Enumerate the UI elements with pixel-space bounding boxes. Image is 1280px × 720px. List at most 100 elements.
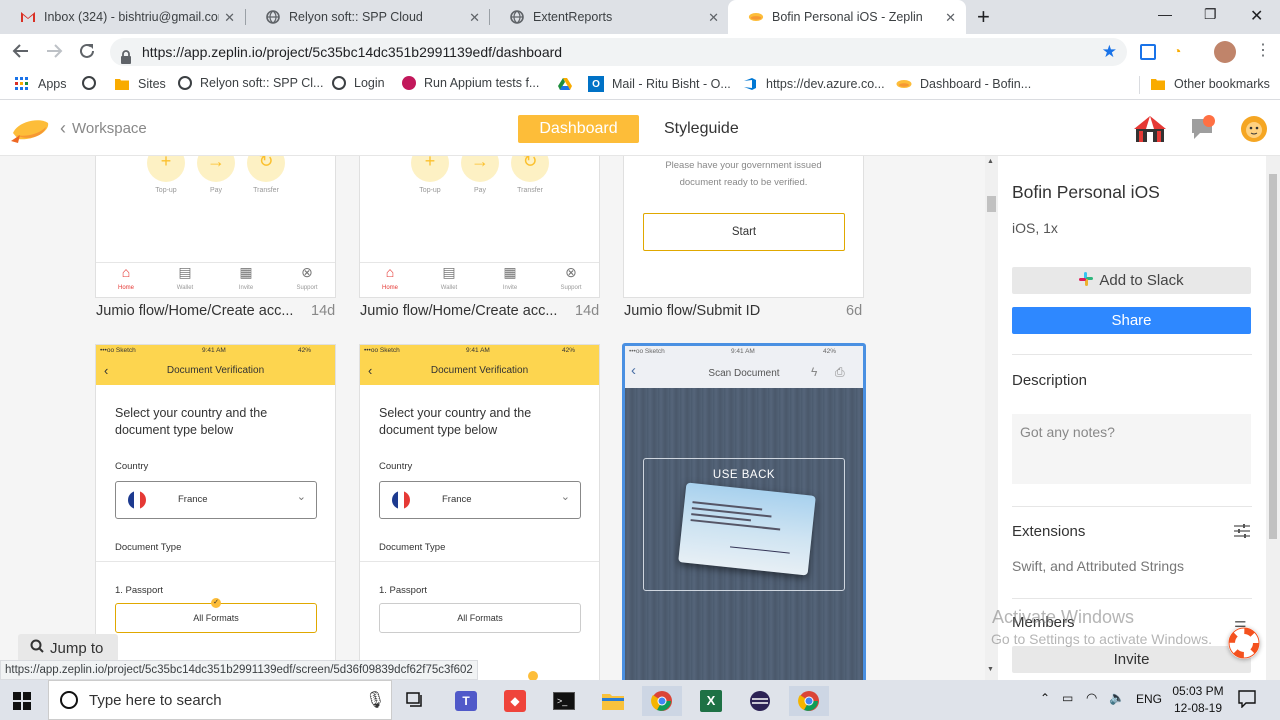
divider <box>1012 598 1252 599</box>
bookmark-globe[interactable] <box>82 76 104 90</box>
avatar[interactable] <box>1214 41 1236 63</box>
bookmark-sites[interactable]: Sites <box>114 76 166 92</box>
bookmark-apps[interactable]: Apps <box>14 76 67 92</box>
browser-tab-gmail[interactable]: Inbox (324) - bishtriu@gmail.com ✕ <box>0 0 245 34</box>
reload-icon[interactable] <box>78 42 96 65</box>
circus-tent-icon[interactable] <box>1133 115 1167 148</box>
docv-heading: Select your country and the document typ… <box>115 406 268 437</box>
screen-thumbnail-submit-id[interactable]: Please have your government issued docum… <box>623 156 864 298</box>
back-icon[interactable] <box>12 42 30 65</box>
browser-tab-extentreports[interactable]: ExtentReports ✕ <box>489 0 729 34</box>
settings-sliders-icon[interactable] <box>1234 523 1250 544</box>
tabbar-divider <box>360 262 599 263</box>
minimize-icon[interactable]: — <box>1158 6 1172 22</box>
wifi-icon[interactable]: ◠ <box>1086 690 1097 706</box>
microphone-icon[interactable]: 🎙 <box>365 690 385 710</box>
volume-icon[interactable]: 🔈 <box>1109 690 1125 706</box>
bookmark-appium[interactable]: Run Appium tests f... <box>402 76 539 90</box>
invite-button[interactable]: Invite <box>1012 646 1251 673</box>
battery-icon[interactable]: ▭ <box>1062 691 1073 705</box>
tab-label: Home <box>117 285 134 291</box>
terminal-icon[interactable]: >_ <box>544 686 584 716</box>
screen-caption[interactable]: Jumio flow/Submit ID <box>624 303 760 319</box>
screen-thumbnail-scan-selected[interactable]: •••oo Sketch 9:41 AM 42% ‹ Scan Document… <box>622 343 866 680</box>
add-to-slack-button[interactable]: Add to Slack <box>1012 267 1251 294</box>
tab-dashboard[interactable]: Dashboard <box>518 115 639 143</box>
bookmark-login[interactable]: Login <box>332 76 385 90</box>
restore-icon[interactable]: ❐ <box>1204 6 1217 23</box>
lock-icon <box>120 45 132 73</box>
help-lifebuoy-icon[interactable] <box>1228 627 1260 659</box>
browser-tab-relyon[interactable]: Relyon soft:: SPP Cloud ✕ <box>245 0 490 34</box>
country-label: Country <box>115 461 149 472</box>
france-flag-icon <box>128 491 146 514</box>
activate-windows-title: Activate Windows <box>992 607 1135 627</box>
bookmark-azure[interactable]: https://dev.azure.co... <box>742 76 885 92</box>
bookmark-relyon[interactable]: Relyon soft:: SPP Cl... <box>178 76 323 90</box>
extensions-value: Swift, and Attributed Strings <box>1012 558 1184 574</box>
chevron-up-icon[interactable]: ⌃ <box>1040 691 1050 705</box>
refresh-icon: ↻ <box>522 156 538 171</box>
task-view-icon[interactable] <box>396 686 436 716</box>
scan-frame: USE BACK <box>643 458 845 591</box>
support-icon: ⊗ <box>301 264 313 280</box>
appium-icon <box>402 76 416 90</box>
divider <box>96 561 335 562</box>
forward-icon[interactable] <box>45 42 63 65</box>
anydesk-icon[interactable]: ◆ <box>495 686 535 716</box>
screen-thumbnail-home-2[interactable]: + → ↻ Top-up Pay Transfer ⌂ ▤ ▦ ⊗ Home W… <box>359 156 600 298</box>
zeplin-logo-icon[interactable] <box>10 113 50 150</box>
scrollbar-thumb[interactable] <box>1269 174 1277 539</box>
file-explorer-icon[interactable] <box>593 686 633 716</box>
check-icon <box>528 671 538 680</box>
yellow-navbar: •••oo Sketch 9:41 AM 42% ‹ Document Veri… <box>360 345 599 385</box>
close-icon[interactable]: ✕ <box>945 10 956 26</box>
screen-thumbnail-docv-1[interactable]: •••oo Sketch 9:41 AM 42% ‹ Document Veri… <box>95 344 336 680</box>
user-avatar-icon[interactable] <box>1240 115 1268 148</box>
jump-to-button[interactable]: Jump to <box>18 634 118 662</box>
chrome-icon[interactable] <box>789 686 829 716</box>
tab-styleguide[interactable]: Styleguide <box>664 120 739 138</box>
screen-thumbnail-home-1[interactable]: + → ↻ Top-up Pay Transfer ⌂ ▤ ▦ ⊗ Home W… <box>95 156 336 298</box>
clock[interactable]: 05:03 PM 12-08-19 <box>1172 684 1224 715</box>
new-tab-button[interactable]: + <box>977 4 990 30</box>
bookmark-outlook[interactable]: O Mail - Ritu Bisht - O... <box>588 76 731 92</box>
action-label: Transfer <box>253 187 279 194</box>
eclipse-icon[interactable] <box>740 686 780 716</box>
extension-icon[interactable]: ◔ <box>1173 43 1181 59</box>
screen-thumbnail-docv-2[interactable]: •••oo Sketch 9:41 AM 42% ‹ Document Veri… <box>359 344 600 680</box>
excel-icon[interactable]: X <box>691 686 731 716</box>
notes-input[interactable]: Got any notes? <box>1012 414 1251 484</box>
extension-icon[interactable] <box>1140 44 1156 60</box>
menu-icon[interactable]: ⋮ <box>1255 40 1271 60</box>
scroll-down-icon[interactable]: ▼ <box>987 666 994 673</box>
notifications-icon[interactable] <box>1188 115 1216 148</box>
chevron-left-icon: ‹ <box>60 118 66 138</box>
close-window-icon[interactable]: ✕ <box>1250 6 1263 26</box>
teams-icon[interactable]: T <box>446 686 486 716</box>
bookmark-other[interactable]: Other bookmarks <box>1150 76 1270 92</box>
bookmark-star-icon[interactable]: ★ <box>1102 38 1117 66</box>
browser-tab-zeplin[interactable]: Bofin Personal iOS - Zeplin ✕ <box>728 0 966 34</box>
close-icon[interactable]: ✕ <box>469 10 480 26</box>
notification-center-icon[interactable] <box>1238 690 1256 713</box>
screen-caption[interactable]: Jumio flow/Home/Create acc... <box>96 303 293 319</box>
main-scrollbar[interactable]: ▲ ▼ <box>985 156 998 680</box>
panel-scrollbar[interactable] <box>1266 156 1280 680</box>
bookmark-google-drive[interactable] <box>557 76 581 92</box>
language-indicator[interactable]: ENG <box>1136 692 1162 706</box>
scrollbar-thumb[interactable] <box>987 196 996 212</box>
windows-start-icon[interactable] <box>2 686 42 716</box>
screen-caption[interactable]: Jumio flow/Home/Create acc... <box>360 303 557 319</box>
workspace-link[interactable]: ‹ Workspace <box>60 118 147 139</box>
close-icon[interactable]: ✕ <box>708 10 719 26</box>
folder-icon <box>114 76 130 92</box>
scroll-up-icon[interactable]: ▲ <box>987 158 994 165</box>
close-icon[interactable]: ✕ <box>224 10 235 26</box>
bookmark-zeplin-dashboard[interactable]: Dashboard - Bofin... <box>896 76 1031 92</box>
chrome-icon[interactable] <box>642 686 682 716</box>
share-button[interactable]: Share <box>1012 307 1251 334</box>
taskbar-search[interactable]: Type here to search 🎙 <box>48 680 392 720</box>
start-button: Start <box>643 213 845 251</box>
address-bar[interactable]: https://app.zeplin.io/project/5c35bc14dc… <box>110 38 1127 66</box>
